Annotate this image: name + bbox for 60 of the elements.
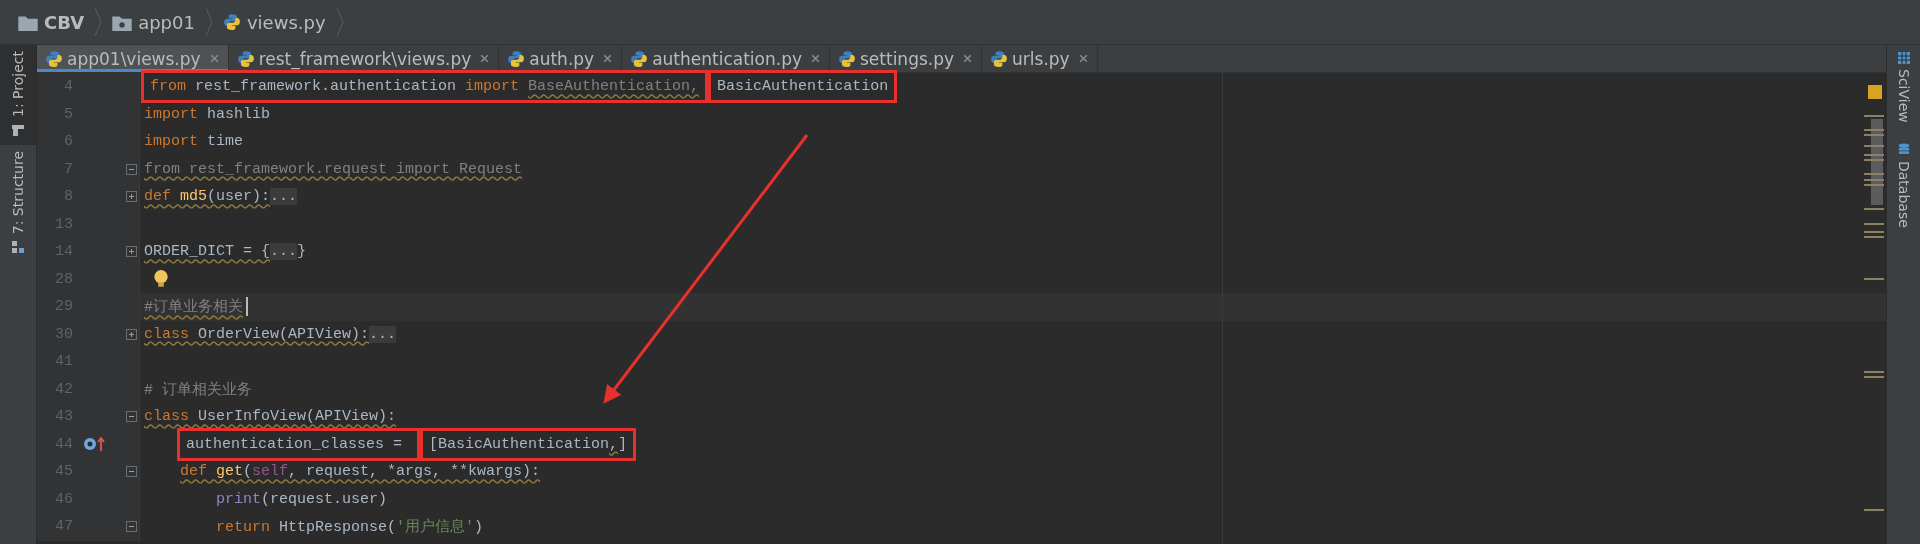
python-file-icon [990,49,1009,68]
editor-tab[interactable]: rest_framework\views.py [228,45,500,72]
text-caret [246,297,248,317]
tool-window-tab[interactable]: SciView [1895,45,1912,137]
tool-window-tab[interactable]: 7: Structure [0,145,36,263]
chevron-icon [94,7,103,37]
close-icon[interactable] [810,53,821,64]
python-file-icon [222,13,241,31]
editor-tab[interactable]: settings.py [830,45,983,72]
code-text: class UserInfoView(APIView): [143,407,398,428]
chevron-icon [204,7,213,37]
breadcrumb-item[interactable]: views.py [218,11,330,33]
highlighted-code: from rest_framework.authentication import BaseAuthentication, [141,70,709,104]
python-file-icon [630,49,649,68]
code-text: def md5(user):... [143,187,299,208]
highlighted-code: BasicAuthentication [708,70,898,104]
code-text: #订单业务相关 [143,297,244,319]
override-marker-icon[interactable] [83,436,107,453]
package-folder-icon [112,13,133,31]
collapse-fold-icon[interactable] [126,466,137,478]
expand-fold-icon[interactable] [126,328,137,340]
close-icon[interactable] [479,53,491,64]
code-text: ORDER_DICT = {...} [143,242,308,263]
tool-window-tab[interactable]: 1: Project [0,45,36,145]
close-icon[interactable] [962,53,974,64]
grid-icon [1896,51,1911,65]
chevron-icon [335,7,344,37]
code-text: print(request.user) [215,489,389,510]
editor-tab[interactable]: app01\views.py [37,45,229,72]
collapse-fold-icon[interactable] [126,163,137,175]
close-icon[interactable] [1077,53,1089,64]
highlighted-code: authentication_classes = [177,427,421,461]
code-text: return HttpResponse('用户信息') [215,517,485,539]
collapse-fold-icon[interactable] [126,521,137,533]
expand-fold-icon[interactable] [126,246,137,258]
expand-fold-icon[interactable] [126,191,137,203]
close-icon[interactable] [602,53,614,64]
breadcrumb-item[interactable]: app01 [108,11,199,33]
editor-tab[interactable]: urls.py [982,45,1098,72]
code-text: import hashlib [143,104,272,125]
folder-icon [18,13,38,31]
code-text: from rest_framework.request import Request [143,159,524,180]
collapse-fold-icon[interactable] [126,411,137,423]
structure-icon [11,240,25,255]
code-text: def get(self, request, *args, **kwargs): [179,462,542,483]
database-icon [1896,142,1911,157]
project-icon [11,123,25,137]
python-file-icon [507,49,526,68]
python-file-icon [45,49,63,68]
breadcrumb-item[interactable]: CBV [14,11,89,33]
lightbulb-icon[interactable] [153,269,169,290]
editor-tab[interactable]: auth.py [499,45,623,72]
python-file-icon [236,49,255,68]
tool-window-tab[interactable]: Database [1895,136,1912,242]
code-text: # 订单相关业务 [143,380,253,401]
python-file-icon [838,49,856,68]
editor-tab[interactable]: authentication.py [622,45,830,72]
highlighted-code: [BasicAuthentication,] [420,427,637,461]
code-text: class OrderView(APIView):... [143,324,398,345]
code-text: import time [143,132,245,153]
